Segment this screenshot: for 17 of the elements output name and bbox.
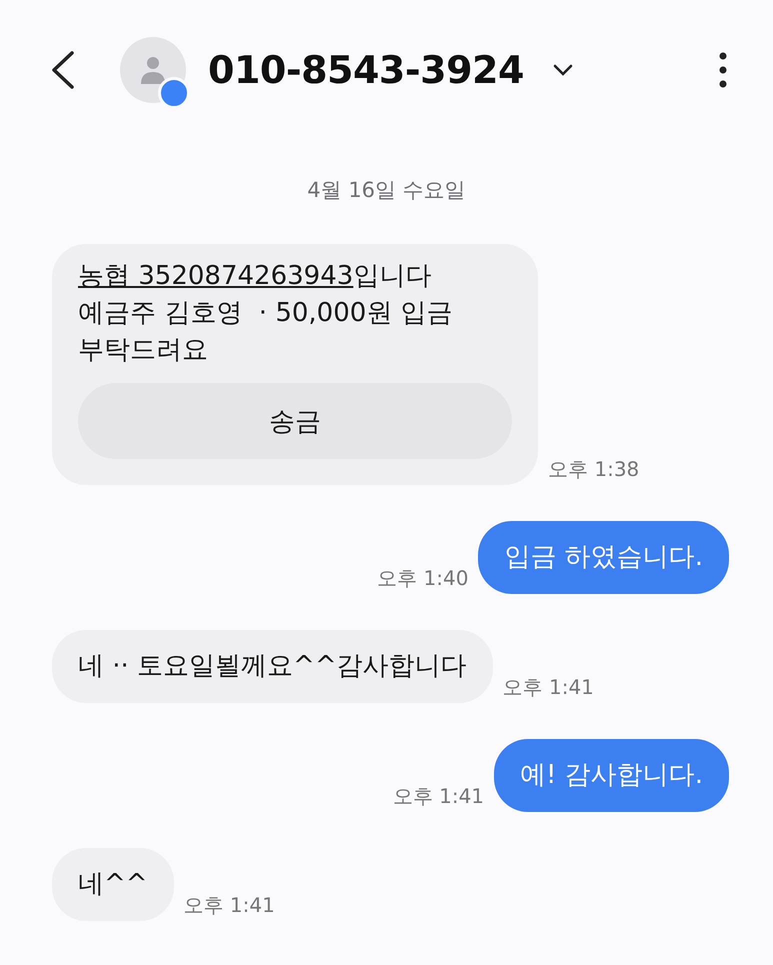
message-text: 네 ·· 토요일뵐께요^^감사합니다 [78,650,467,683]
date-divider: 4월 16일 수요일 [307,177,466,204]
message-text: 입금 하였습니다. [504,541,703,574]
message-text: 예! 감사합니다. [520,759,703,792]
person-icon [140,55,166,85]
account-link[interactable]: 농협 3520874263943 [78,261,354,291]
message-time: 오후 1:38 [548,456,640,483]
message-text: 농협 3520874263943입니다 예금주 김호영 · 50,000원 입금 부탁드려요 [78,260,454,367]
transfer-button[interactable]: 송금 [78,383,512,459]
more-options-icon[interactable] [719,52,727,88]
caret-icon[interactable] [552,63,574,77]
message-time: 오후 1:41 [184,892,275,919]
message-text: 네^^ [78,868,148,901]
message-time: 오후 1:41 [392,783,484,810]
contact-number: 010-8543-3924 [208,48,524,92]
message-time: 오후 1:41 [502,674,594,701]
message-time: 오후 1:40 [377,565,468,592]
